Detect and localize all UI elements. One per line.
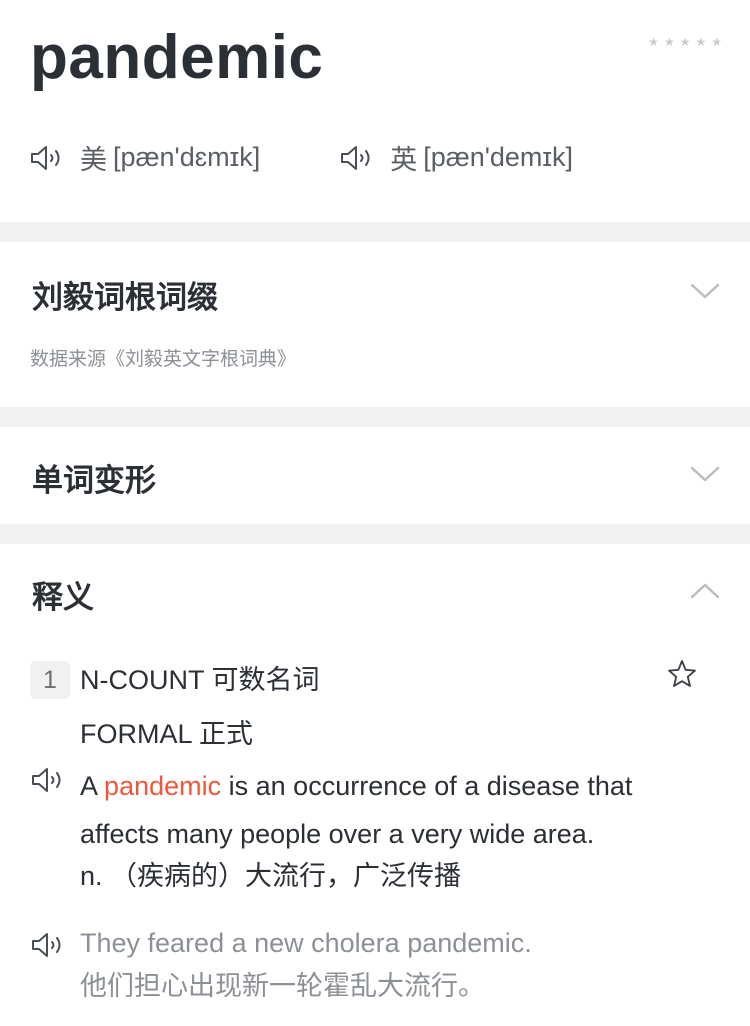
inflections-section[interactable]: 单词变形: [0, 427, 750, 524]
section-divider: [0, 407, 750, 427]
frequency-stars: ★ ★ ★ ★ ★: [648, 36, 722, 48]
section-divider: [0, 222, 750, 242]
star-icon: ★: [695, 35, 707, 49]
definition-text: A: [80, 771, 97, 801]
sense-number-badge: 1: [30, 661, 70, 699]
inflections-title: 单词变形: [32, 463, 156, 498]
speaker-icon[interactable]: [340, 144, 382, 172]
pronunciation-uk[interactable]: 英 [pæn'demɪk]: [340, 138, 573, 177]
speaker-icon[interactable]: [30, 931, 74, 959]
sense-definition: A pandemic is an occurrence of a disease…: [80, 762, 720, 858]
sense-register: FORMAL 正式: [80, 719, 254, 749]
headword: pandemic: [30, 23, 324, 92]
sense-pos: N-COUNT 可数名词: [80, 665, 320, 695]
chevron-down-icon[interactable]: [690, 465, 720, 483]
pronunciation-row: 美 [pæn'dɛmɪk] 英 [pæn'demɪk]: [30, 138, 573, 177]
sense-chinese: n. （疾病的）大流行，广泛传播: [80, 861, 462, 891]
pronunciation-ipa: [pæn'demɪk]: [423, 142, 574, 172]
definition-highlight[interactable]: pandemic: [104, 771, 221, 801]
example-english: They feared a new cholera pandemic.: [80, 928, 532, 958]
star-outline-icon[interactable]: [666, 658, 698, 690]
pronunciation-us[interactable]: 美 [pæn'dɛmɪk]: [30, 138, 260, 177]
star-icon: ★: [679, 35, 691, 49]
star-icon: ★: [648, 35, 659, 49]
speaker-icon[interactable]: [30, 766, 74, 794]
example-chinese: 他们担心出现新一轮霍乱大流行。: [80, 971, 485, 1001]
chevron-down-icon[interactable]: [690, 282, 720, 300]
roots-section[interactable]: 刘毅词根词缀 数据来源《刘毅英文字根词典》: [0, 242, 750, 407]
definitions-title: 释义: [32, 580, 94, 615]
section-divider: [0, 524, 750, 544]
chevron-up-icon[interactable]: [690, 582, 720, 600]
definitions-section: 释义 1 N-COUNT 可数名词 FORMAL 正式 A pandemic i…: [0, 544, 750, 1026]
definition-text: is an occurrence of a disease that: [228, 771, 633, 801]
star-icon: ★: [711, 35, 722, 49]
pronunciation-region: 英: [390, 145, 418, 175]
word-header: pandemic ★ ★ ★ ★ ★ 美 [pæn'dɛmɪk] 英 [pæn'…: [0, 0, 750, 222]
definition-text: affects many people over a very wide are…: [80, 819, 595, 849]
pronunciation-ipa: [pæn'dɛmɪk]: [113, 142, 261, 172]
roots-source: 数据来源《刘毅英文字根词典》: [30, 349, 297, 370]
star-icon: ★: [663, 35, 675, 49]
speaker-icon[interactable]: [30, 144, 72, 172]
roots-title: 刘毅词根词缀: [32, 280, 218, 315]
pronunciation-region: 美: [80, 145, 107, 175]
